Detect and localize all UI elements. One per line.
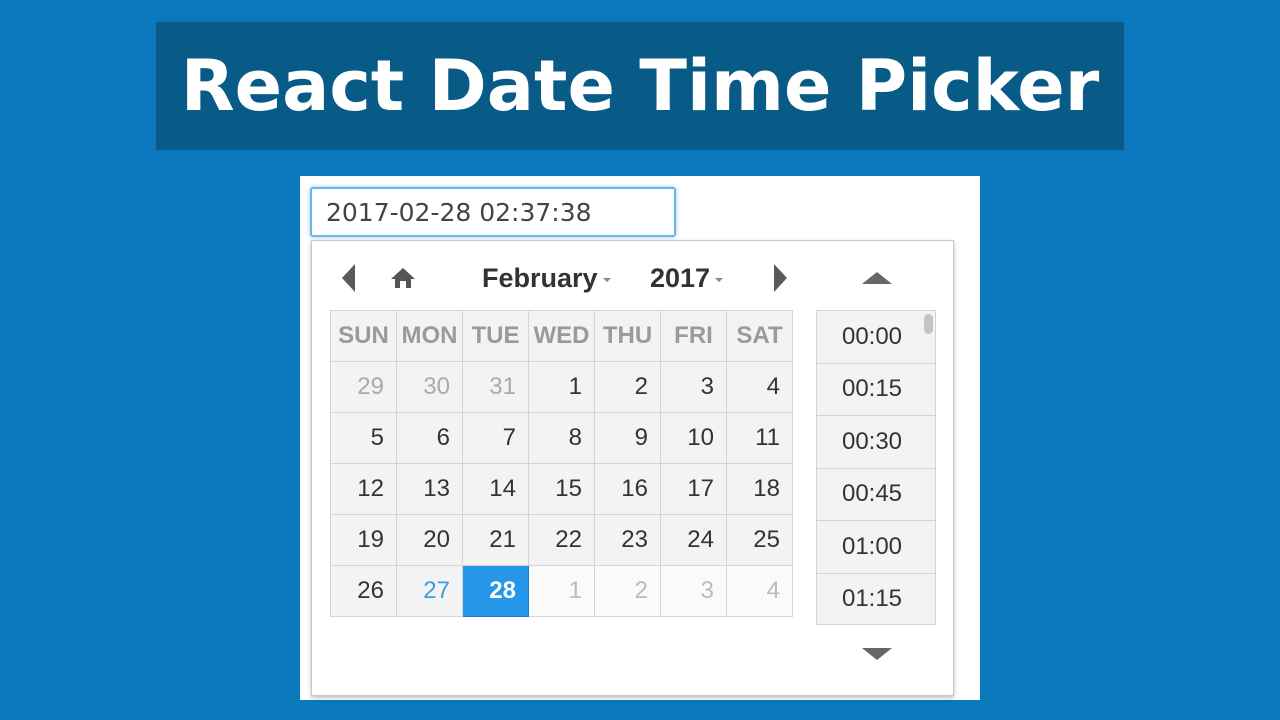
calendar-day[interactable]: 9	[594, 412, 661, 464]
calendar-day-selected[interactable]: 28	[462, 565, 529, 617]
calendar-day[interactable]: 3	[660, 361, 727, 413]
calendar-day[interactable]: 20	[396, 514, 463, 566]
calendar-day[interactable]: 30	[396, 361, 463, 413]
calendar-day[interactable]: 17	[660, 463, 727, 515]
calendar-day[interactable]: 2	[594, 565, 661, 617]
calendar-week-row: 26 27 28 1 2 3 4	[330, 565, 793, 617]
calendar-day[interactable]: 24	[660, 514, 727, 566]
time-option[interactable]: 00:45	[817, 469, 935, 521]
weekday-header: SAT	[726, 310, 793, 362]
calendar-grid: SUN MON TUE WED THU FRI SAT 29 30 31 1 2…	[330, 310, 793, 617]
calendar-day[interactable]: 23	[594, 514, 661, 566]
calendar-day[interactable]: 25	[726, 514, 793, 566]
datetime-popup: February 2017 SUN MON TUE WED THU FRI SA…	[311, 240, 954, 696]
caret-down-icon	[715, 278, 724, 282]
calendar-day[interactable]: 1	[528, 565, 595, 617]
chevron-left-icon[interactable]	[338, 261, 358, 295]
calendar-day[interactable]: 1	[528, 361, 595, 413]
time-scroll-down-icon[interactable]	[857, 637, 897, 671]
title-banner: React Date Time Picker	[156, 22, 1124, 150]
datetime-input[interactable]	[310, 187, 676, 237]
calendar-day[interactable]: 10	[660, 412, 727, 464]
calendar-day[interactable]: 8	[528, 412, 595, 464]
time-option[interactable]: 00:15	[817, 364, 935, 416]
weekday-header: THU	[594, 310, 661, 362]
calendar-day[interactable]: 19	[330, 514, 397, 566]
calendar-day[interactable]: 11	[726, 412, 793, 464]
calendar-week-row: 19 20 21 22 23 24 25	[330, 514, 793, 566]
caret-down-icon	[602, 278, 611, 282]
time-option[interactable]: 01:15	[817, 574, 935, 625]
year-selector[interactable]: 2017	[650, 261, 724, 295]
calendar-day[interactable]: 6	[396, 412, 463, 464]
home-icon[interactable]	[386, 261, 420, 295]
calendar-day[interactable]: 2	[594, 361, 661, 413]
year-label: 2017	[650, 262, 711, 293]
chevron-right-icon[interactable]	[770, 261, 790, 295]
weekday-header-row: SUN MON TUE WED THU FRI SAT	[330, 310, 793, 362]
calendar-day[interactable]: 13	[396, 463, 463, 515]
calendar-day[interactable]: 22	[528, 514, 595, 566]
calendar-day[interactable]: 7	[462, 412, 529, 464]
calendar-day[interactable]: 14	[462, 463, 529, 515]
calendar-day[interactable]: 4	[726, 565, 793, 617]
time-option[interactable]: 00:30	[817, 416, 935, 469]
calendar-day[interactable]: 29	[330, 361, 397, 413]
page-title: React Date Time Picker	[180, 45, 1100, 127]
calendar-day[interactable]: 12	[330, 463, 397, 515]
calendar-day[interactable]: 21	[462, 514, 529, 566]
calendar-day-today[interactable]: 27	[396, 565, 463, 617]
calendar-day[interactable]: 15	[528, 463, 595, 515]
scrollbar-thumb[interactable]	[924, 314, 933, 334]
time-option[interactable]: 01:00	[817, 521, 935, 574]
datetime-picker-screenshot: February 2017 SUN MON TUE WED THU FRI SA…	[300, 176, 980, 700]
calendar-day[interactable]: 18	[726, 463, 793, 515]
calendar-day[interactable]: 26	[330, 565, 397, 617]
calendar-day[interactable]: 16	[594, 463, 661, 515]
weekday-header: TUE	[462, 310, 529, 362]
calendar-week-row: 29 30 31 1 2 3 4	[330, 361, 793, 413]
calendar-week-row: 5 6 7 8 9 10 11	[330, 412, 793, 464]
month-label: February	[482, 262, 598, 293]
calendar-day[interactable]: 3	[660, 565, 727, 617]
weekday-header: MON	[396, 310, 463, 362]
time-scroll-up-icon[interactable]	[857, 261, 897, 295]
time-list[interactable]: 00:00 00:15 00:30 00:45 01:00 01:15	[816, 310, 936, 625]
calendar-day[interactable]: 5	[330, 412, 397, 464]
calendar-day[interactable]: 31	[462, 361, 529, 413]
weekday-header: SUN	[330, 310, 397, 362]
calendar-day[interactable]: 4	[726, 361, 793, 413]
weekday-header: FRI	[660, 310, 727, 362]
weekday-header: WED	[528, 310, 595, 362]
calendar-week-row: 12 13 14 15 16 17 18	[330, 463, 793, 515]
month-selector[interactable]: February	[482, 261, 611, 295]
time-option[interactable]: 00:00	[817, 311, 935, 364]
